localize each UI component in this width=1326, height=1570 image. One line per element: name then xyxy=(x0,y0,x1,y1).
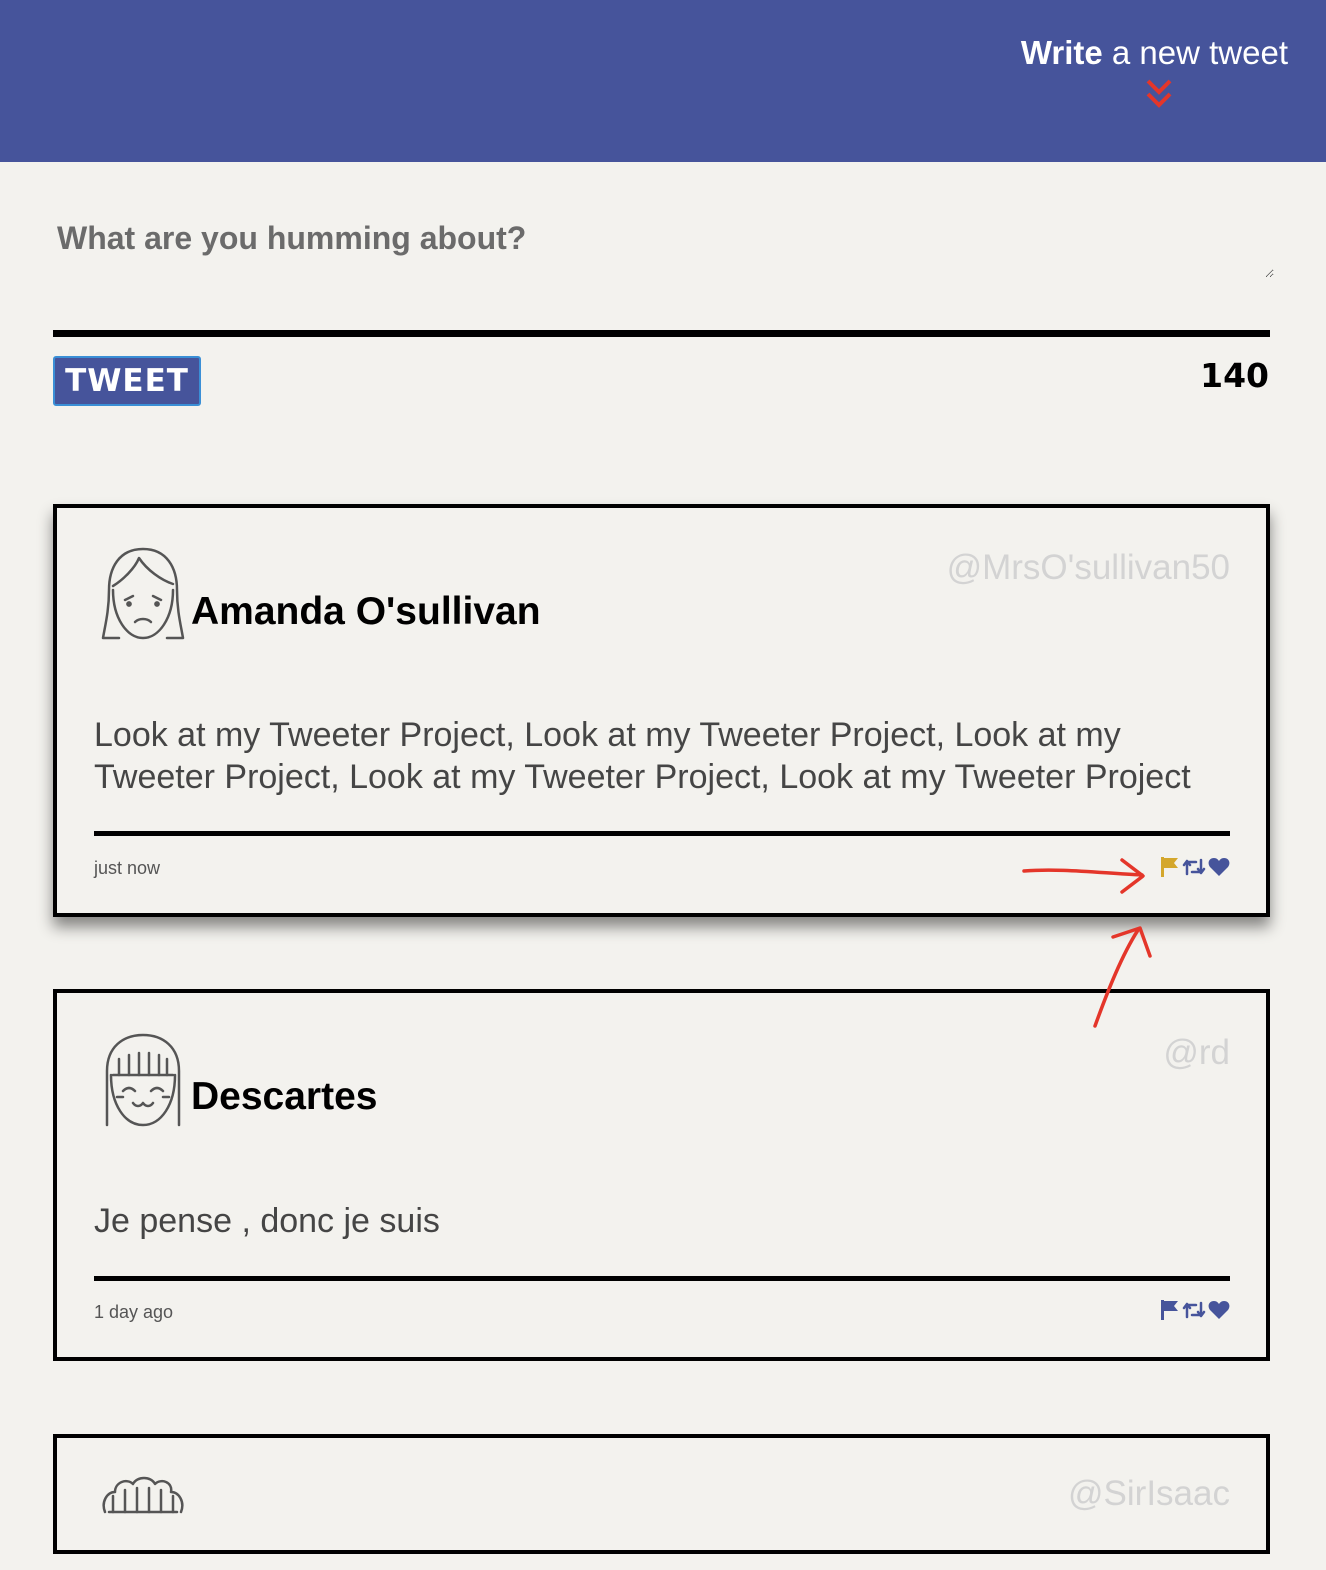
character-counter: 140 xyxy=(1200,356,1269,395)
retweet-icon[interactable] xyxy=(1182,856,1206,878)
tweet-text-input[interactable] xyxy=(55,218,1274,278)
avatar-girl-frown-icon xyxy=(101,547,185,640)
avatar-curly-hair-icon xyxy=(102,1476,184,1514)
tweet-card: Amanda O'sullivan @MrsO'sullivan50 Look … xyxy=(53,504,1270,917)
tweet-timestamp: just now xyxy=(94,858,161,878)
avatar-girl-smile-icon xyxy=(105,1033,181,1127)
tweet-author-handle: @rd xyxy=(1163,1033,1230,1072)
heart-icon[interactable] xyxy=(1208,1299,1230,1321)
tweet-card: Descartes @rd Je pense , donc je suis 1 … xyxy=(53,989,1270,1361)
tweet-submit-button[interactable]: TWEET xyxy=(53,356,201,406)
compose-toggle-rest: a new tweet xyxy=(1102,34,1288,71)
double-chevron-down-icon xyxy=(1146,79,1172,108)
top-nav-bar: Write a new tweet xyxy=(0,0,1326,162)
tweet-actions xyxy=(1160,1299,1230,1321)
flag-icon[interactable] xyxy=(1160,856,1180,878)
tweet-author-handle: @SirIsaac xyxy=(1068,1474,1230,1513)
compose-toggle-bold: Write xyxy=(1020,34,1103,71)
tweet-content: Je pense , donc je suis xyxy=(94,1202,440,1240)
tweet-card: @SirIsaac xyxy=(53,1434,1270,1554)
tweet-author-handle: @MrsO'sullivan50 xyxy=(946,548,1230,587)
heart-icon[interactable] xyxy=(1208,856,1230,878)
annotation-arrowhead-diagonal xyxy=(1111,926,1152,958)
compose-divider xyxy=(53,330,1270,337)
tweet-author-name: Amanda O'sullivan xyxy=(191,590,541,633)
tweet-footer-divider xyxy=(94,831,1230,836)
tweet-content: Look at my Tweeter Project, Look at my T… xyxy=(94,716,1191,796)
flag-icon[interactable] xyxy=(1160,1299,1180,1321)
tweet-actions xyxy=(1160,856,1230,878)
retweet-icon[interactable] xyxy=(1182,1299,1206,1321)
compose-toggle-button[interactable]: Write a new tweet xyxy=(1008,30,1288,108)
tweet-author-name: Descartes xyxy=(191,1075,378,1118)
tweet-timestamp: 1 day ago xyxy=(94,1302,174,1322)
tweet-footer-divider xyxy=(94,1276,1230,1281)
